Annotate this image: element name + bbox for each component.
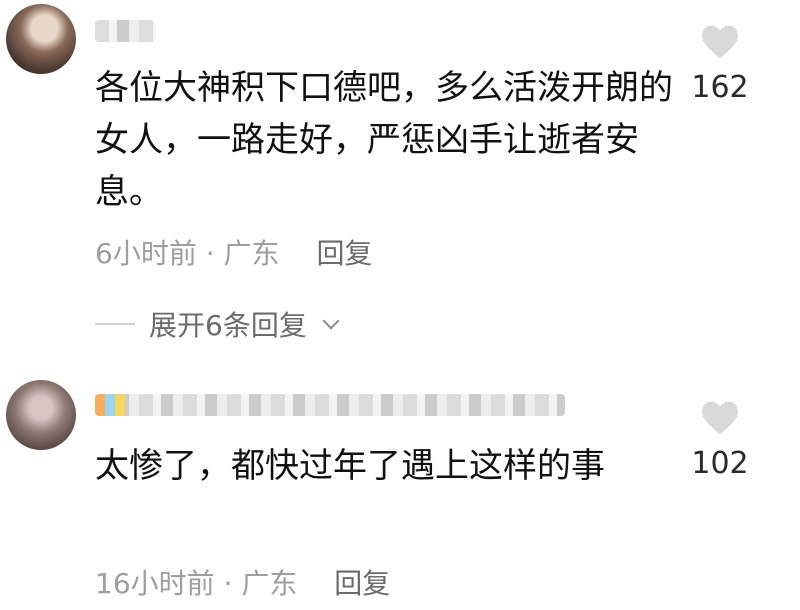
expand-replies-label: 展开6条回复 <box>149 309 307 342</box>
meta-separator: · <box>205 237 215 270</box>
avatar[interactable] <box>6 4 76 74</box>
heart-icon[interactable] <box>700 24 740 60</box>
chevron-down-icon <box>322 312 340 330</box>
reply-button[interactable]: 回复 <box>316 237 372 270</box>
expand-replies-button[interactable]: 展开6条回复 <box>95 304 340 344</box>
avatar[interactable] <box>6 380 76 450</box>
comment-location: 广东 <box>223 237 280 270</box>
comment-text: 太惨了，都快过年了遇上这样的事 <box>95 446 605 486</box>
like-count: 162 <box>691 70 749 105</box>
meta-separator: · <box>223 567 233 600</box>
reply-button[interactable]: 回复 <box>334 567 390 600</box>
username-blurred[interactable] <box>95 20 155 42</box>
comment-meta: 16小时前 · 广东 回复 <box>95 562 390 602</box>
comment-text: 各位大神积下口德吧，多么活泼开朗的女人，一路走好，严惩凶手让逝者安息。 <box>95 68 673 212</box>
like-button[interactable]: 162 <box>685 24 755 105</box>
username-blurred[interactable] <box>95 394 565 416</box>
comment-item: 各位大神积下口德吧，多么活泼开朗的女人，一路走好，严惩凶手让逝者安息。 6小时前… <box>0 0 800 342</box>
expand-divider <box>95 323 135 325</box>
like-button[interactable]: 102 <box>685 400 755 481</box>
heart-icon[interactable] <box>700 400 740 436</box>
comment-meta: 6小时前 · 广东 回复 <box>95 232 372 272</box>
comment-location: 广东 <box>241 567 298 600</box>
comment-time: 6小时前 <box>95 237 197 270</box>
like-count: 102 <box>691 446 749 481</box>
comment-item: 太惨了，都快过年了遇上这样的事 16小时前 · 广东 回复 102 <box>0 370 800 610</box>
comment-time: 16小时前 <box>95 567 215 600</box>
